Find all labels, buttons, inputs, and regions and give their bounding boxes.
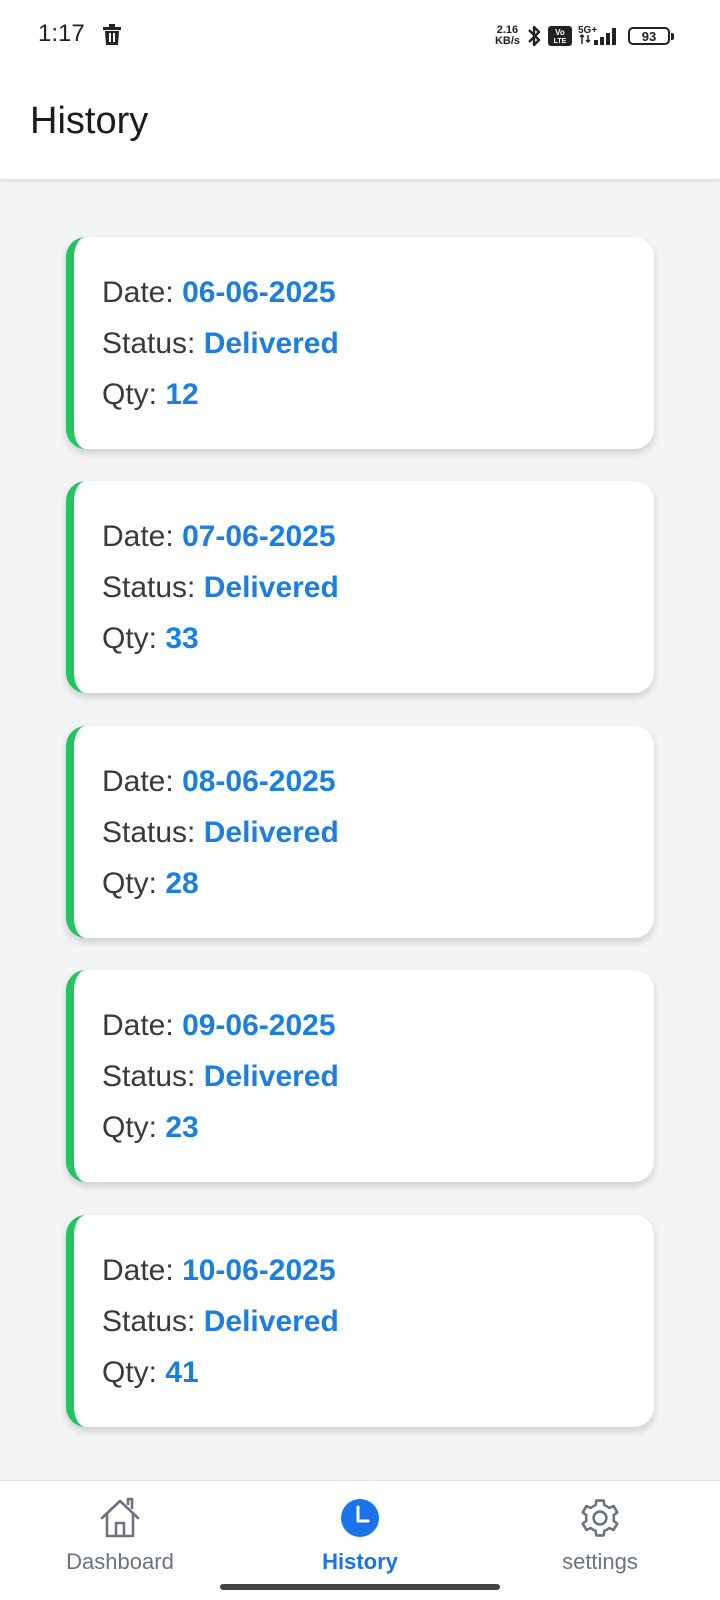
nav-item-dashboard[interactable]: Dashboard xyxy=(30,1495,210,1581)
qty-label: Qty: xyxy=(102,867,158,900)
status-row: Status: Delivered xyxy=(102,807,654,858)
history-list[interactable]: Date: 06-06-2025 Status: Delivered Qty: … xyxy=(0,181,720,1481)
date-label: Date: xyxy=(102,276,174,309)
status-value: Delivered xyxy=(203,1305,339,1338)
nav-item-history[interactable]: History xyxy=(270,1495,450,1581)
date-label: Date: xyxy=(102,1254,174,1287)
status-value: Delivered xyxy=(203,327,339,360)
status-row: Status: Delivered xyxy=(102,562,654,613)
date-row: Date: 06-06-2025 xyxy=(102,267,654,318)
status-row: Status: Delivered xyxy=(102,1051,654,1102)
status-row: Status: Delivered xyxy=(102,1296,654,1347)
status-time: 1:17 xyxy=(38,20,85,47)
qty-label: Qty: xyxy=(102,1111,158,1144)
bottom-nav: Dashboard History settings xyxy=(0,1480,720,1600)
qty-value: 41 xyxy=(165,1356,199,1389)
qty-value: 33 xyxy=(165,622,199,655)
nav-item-settings[interactable]: settings xyxy=(510,1495,690,1581)
qty-row: Qty: 33 xyxy=(102,613,654,664)
status-label: Status: xyxy=(102,1305,196,1338)
status-value: Delivered xyxy=(203,571,339,604)
date-label: Date: xyxy=(102,1009,174,1042)
qty-label: Qty: xyxy=(102,622,158,655)
status-row: Status: Delivered xyxy=(102,318,654,369)
clock-icon xyxy=(337,1495,383,1541)
nav-label-settings: settings xyxy=(562,1549,638,1574)
svg-text:Vo: Vo xyxy=(555,28,565,37)
qty-label: Qty: xyxy=(102,378,158,411)
status-label: Status: xyxy=(102,1060,196,1093)
qty-row: Qty: 41 xyxy=(102,1347,654,1398)
date-value: 06-06-2025 xyxy=(182,276,336,309)
battery-icon: 93 xyxy=(628,27,674,45)
signal-icon: 5G+ xyxy=(578,23,622,49)
qty-value: 23 xyxy=(165,1111,199,1144)
status-icons: 2.16 KB/s Vo LTE 5G+ 93 xyxy=(495,20,674,52)
gear-icon xyxy=(577,1495,623,1541)
history-card[interactable]: Date: 10-06-2025 Status: Delivered Qty: … xyxy=(66,1215,654,1427)
date-row: Date: 09-06-2025 xyxy=(102,1000,654,1051)
status-label: Status: xyxy=(102,327,196,360)
history-card[interactable]: Date: 09-06-2025 Status: Delivered Qty: … xyxy=(66,970,654,1182)
date-value: 08-06-2025 xyxy=(182,765,336,798)
home-icon xyxy=(97,1495,143,1541)
svg-text:5G+: 5G+ xyxy=(578,25,597,36)
date-row: Date: 10-06-2025 xyxy=(102,1245,654,1296)
date-value: 10-06-2025 xyxy=(182,1254,336,1287)
nav-label-dashboard: Dashboard xyxy=(66,1549,174,1574)
status-value: Delivered xyxy=(203,816,339,849)
status-label: Status: xyxy=(102,571,196,604)
bluetooth-icon xyxy=(526,24,542,48)
volte-icon: Vo LTE xyxy=(548,26,572,46)
qty-row: Qty: 28 xyxy=(102,858,654,909)
date-row: Date: 07-06-2025 xyxy=(102,511,654,562)
qty-row: Qty: 23 xyxy=(102,1102,654,1153)
app-bar: History xyxy=(0,72,720,180)
qty-label: Qty: xyxy=(102,1356,158,1389)
date-value: 07-06-2025 xyxy=(182,520,336,553)
home-indicator xyxy=(220,1584,500,1590)
date-value: 09-06-2025 xyxy=(182,1009,336,1042)
history-card[interactable]: Date: 08-06-2025 Status: Delivered Qty: … xyxy=(66,726,654,938)
status-label: Status: xyxy=(102,816,196,849)
date-label: Date: xyxy=(102,520,174,553)
trash-icon xyxy=(102,24,122,46)
page-title: History xyxy=(30,100,149,142)
battery-level: 93 xyxy=(641,28,657,44)
net-speed-unit: KB/s xyxy=(494,35,520,47)
network-speed: 2.16 KB/s xyxy=(495,25,520,47)
qty-value: 12 xyxy=(165,378,199,411)
history-card[interactable]: Date: 06-06-2025 Status: Delivered Qty: … xyxy=(66,237,654,449)
nav-label-history: History xyxy=(322,1549,398,1574)
date-label: Date: xyxy=(102,765,174,798)
date-row: Date: 08-06-2025 xyxy=(102,756,654,807)
qty-row: Qty: 12 xyxy=(102,369,654,420)
history-card[interactable]: Date: 07-06-2025 Status: Delivered Qty: … xyxy=(66,481,654,693)
svg-text:LTE: LTE xyxy=(554,38,567,45)
qty-value: 28 xyxy=(165,867,199,900)
status-value: Delivered xyxy=(203,1060,339,1093)
status-bar: 1:17 2.16 KB/s Vo LTE 5G+ 93 xyxy=(0,0,720,72)
